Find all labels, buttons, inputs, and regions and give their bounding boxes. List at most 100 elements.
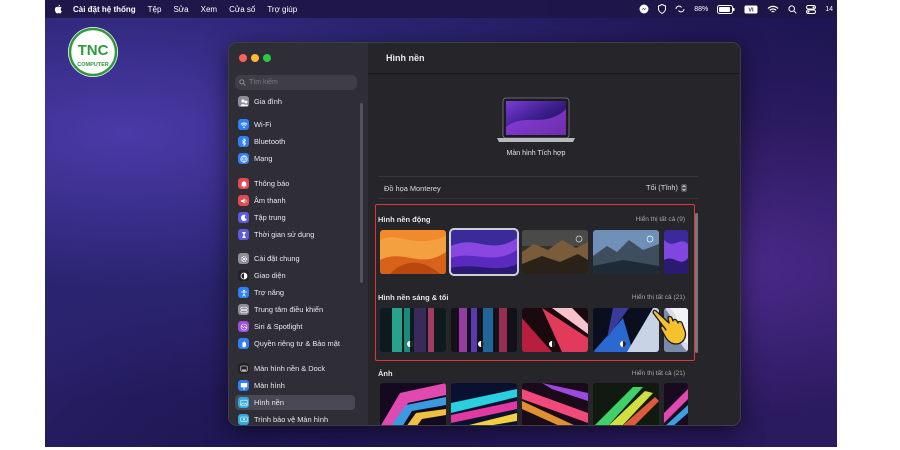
sidebar-item-label: Tập trung xyxy=(254,213,286,222)
sync-icon[interactable] xyxy=(675,5,685,13)
sidebar-item-label: Thời gian sử dụng xyxy=(254,230,315,239)
close-button[interactable] xyxy=(239,54,247,62)
menu-bar: Cài đặt hệ thống Tệp Sửa Xem Cửa số Trợ … xyxy=(45,0,837,18)
menu-view[interactable]: Xem xyxy=(201,5,217,14)
section-photos-title: Ảnh xyxy=(378,369,393,378)
search-icon xyxy=(239,79,246,86)
wallpaper-thumb[interactable] xyxy=(380,383,446,425)
battery-percent: 88% xyxy=(694,5,709,13)
menubar-clock[interactable]: 14 xyxy=(825,6,833,13)
bell-icon xyxy=(238,178,249,189)
family-icon xyxy=(238,96,249,107)
spotlight-search-icon[interactable] xyxy=(788,4,797,14)
sidebar-item-label: Gia đình xyxy=(254,97,282,106)
sidebar-item[interactable]: Cài đặt chung xyxy=(235,251,355,266)
sidebar-item[interactable]: Thời gian sử dụng xyxy=(235,227,355,242)
up-down-chevron-icon xyxy=(681,183,687,192)
wallpaper-thumb[interactable] xyxy=(593,308,659,352)
hourglass-icon xyxy=(238,229,249,240)
sidebar-item[interactable]: Quyền riêng tư & Bảo mật xyxy=(235,336,355,351)
siri-icon xyxy=(238,321,249,332)
sidebar-item[interactable]: Trợ năng xyxy=(235,285,355,300)
sidebar-item[interactable]: Giao diện xyxy=(235,268,355,283)
sidebar-item-label: Trung tâm điều khiển xyxy=(254,305,324,314)
wallpaper-thumb[interactable] xyxy=(664,383,688,425)
sidebar-item[interactable]: Âm thanh xyxy=(235,193,355,208)
sidebar-item[interactable]: Trình bảo vệ Màn hình xyxy=(235,412,355,425)
wallpaper-thumb[interactable] xyxy=(522,230,588,274)
control-center-status-icon[interactable] xyxy=(806,4,817,14)
zoom-button[interactable] xyxy=(263,54,271,62)
apple-menu-icon[interactable] xyxy=(53,4,63,14)
laptop-preview[interactable] xyxy=(495,97,577,143)
search-field[interactable]: Tìm kiếm xyxy=(235,75,357,90)
moon-icon xyxy=(238,212,249,223)
sidebar-item[interactable]: Wi-Fi xyxy=(235,117,355,132)
sidebar-item[interactable]: Màn hình xyxy=(235,378,355,393)
wallpaper-thumb[interactable] xyxy=(522,383,588,425)
wifi-status-icon[interactable] xyxy=(767,5,779,14)
menu-help[interactable]: Trợ giúp xyxy=(267,5,297,14)
svg-text:VI: VI xyxy=(749,7,755,13)
pointing-hand-icon xyxy=(652,309,687,345)
sidebar-item[interactable]: Màn hình nền & Dock xyxy=(235,361,355,376)
appearance-mode-select[interactable]: Tối (Tĩnh) xyxy=(646,183,687,192)
messenger-icon[interactable] xyxy=(639,4,649,14)
sidebar-scrollbar[interactable] xyxy=(360,103,363,283)
wallpaper-thumb[interactable] xyxy=(451,308,517,352)
sidebar-item[interactable]: Gia đình xyxy=(235,94,355,109)
sidebar-item[interactable]: Hình nền xyxy=(235,395,355,410)
wallpaper-thumb[interactable] xyxy=(380,308,446,352)
sidebar-item[interactable]: Tập trung xyxy=(235,210,355,225)
input-source-icon[interactable]: VI xyxy=(744,5,758,14)
wallpaper-setting-label: Đồ họa Monterey xyxy=(384,184,441,193)
bluetooth-icon xyxy=(238,136,249,147)
wallpaper-thumb[interactable] xyxy=(593,230,659,274)
tnc-computer-logo: TNC COMPUTER ® xyxy=(68,27,118,77)
sidebar-item-label: Màn hình xyxy=(254,381,285,390)
minimize-button[interactable] xyxy=(251,54,259,62)
control-center-icon xyxy=(238,304,249,315)
sidebar-item[interactable]: Siri & Spotlight xyxy=(235,319,355,334)
menu-window[interactable]: Cửa số xyxy=(229,5,255,14)
show-all-light-dark-link[interactable]: Hiển thị tất cả (21) xyxy=(632,294,685,301)
hand-icon xyxy=(238,338,249,349)
sidebar-item-label: Âm thanh xyxy=(254,196,286,205)
desktop: Cài đặt hệ thống Tệp Sửa Xem Cửa số Trợ … xyxy=(45,0,837,447)
menu-file[interactable]: Tệp xyxy=(148,5,162,14)
battery-icon[interactable] xyxy=(717,4,735,14)
section-dynamic-title: Hình nền động xyxy=(378,215,431,224)
menu-edit[interactable]: Sửa xyxy=(173,5,188,14)
sidebar-item-label: Cài đặt chung xyxy=(254,254,300,263)
wallpaper-thumb[interactable] xyxy=(380,230,446,274)
show-all-photos-link[interactable]: Hiển thị tất cả (21) xyxy=(632,370,685,377)
system-settings-window: Tìm kiếm Gia đình Wi-Fi Bluetooth Mạng Thông… xyxy=(228,42,741,426)
wallpaper-thumb[interactable] xyxy=(664,230,688,274)
svg-text:®: ® xyxy=(110,35,113,40)
wallpaper-thumb[interactable] xyxy=(451,383,517,425)
wifi-icon xyxy=(238,119,249,130)
sidebar-item-label: Trợ năng xyxy=(254,288,285,297)
sidebar-item[interactable]: Mạng xyxy=(235,151,355,166)
wallpaper-thumb[interactable] xyxy=(449,228,519,276)
sidebar-item-label: Mạng xyxy=(254,154,273,163)
show-all-dynamic-link[interactable]: Hiển thị tất cả (9) xyxy=(636,216,686,223)
display-icon xyxy=(238,380,249,391)
wallpaper-thumb[interactable] xyxy=(522,308,588,352)
shield-icon[interactable] xyxy=(658,4,667,14)
sidebar-item[interactable]: Thông báo xyxy=(235,176,355,191)
sidebar-item-label: Wi-Fi xyxy=(254,120,272,129)
divider xyxy=(378,176,698,177)
section-light-dark-title: Hình nền sáng & tối xyxy=(378,293,449,302)
wallpaper-thumb[interactable] xyxy=(593,383,659,425)
sidebar-item-label: Quyền riêng tư & Bảo mật xyxy=(254,339,340,348)
speaker-icon xyxy=(238,195,249,206)
sidebar-item[interactable]: Trung tâm điều khiển xyxy=(235,302,355,317)
sidebar-item[interactable]: Bluetooth xyxy=(235,134,355,149)
sidebar-item-label: Bluetooth xyxy=(254,137,286,146)
divider xyxy=(368,73,740,74)
menu-app-name[interactable]: Cài đặt hệ thống xyxy=(73,5,136,14)
sidebar-item-label: Hình nền xyxy=(254,398,284,407)
dock-icon xyxy=(238,363,249,374)
wallpaper-pane: Hình nền Màn hình Tích hợp Đồ họa Monter… xyxy=(368,43,740,425)
